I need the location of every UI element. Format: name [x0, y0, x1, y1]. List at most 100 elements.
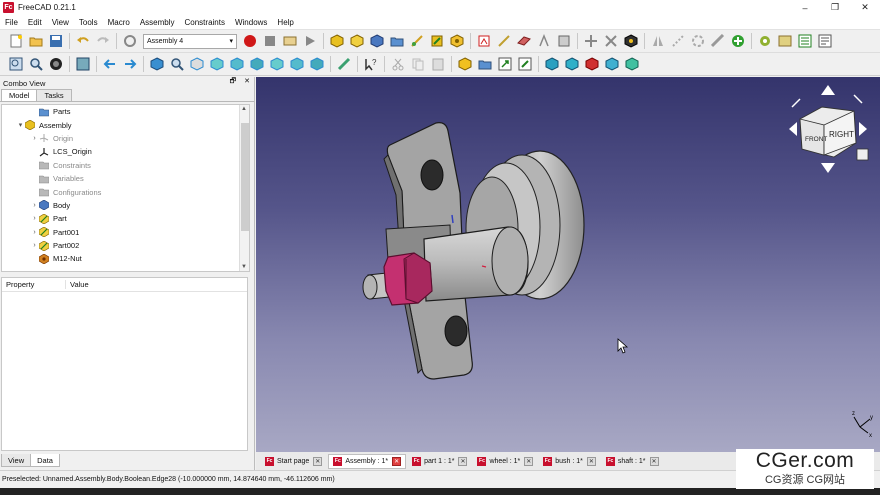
- expand-toggle-icon[interactable]: ›: [30, 202, 39, 209]
- tree-item-lcs-origin[interactable]: LCS_Origin: [2, 145, 249, 158]
- make-link-icon[interactable]: [497, 56, 513, 72]
- document-tab[interactable]: Fc shaft : 1* ✕: [602, 454, 663, 469]
- insert-link-icon[interactable]: [429, 33, 445, 49]
- expand-toggle-icon[interactable]: ›: [30, 215, 39, 222]
- save-icon[interactable]: [48, 33, 64, 49]
- zoom-icon[interactable]: [169, 56, 185, 72]
- top-view-icon[interactable]: [229, 56, 245, 72]
- tree-item-constraints[interactable]: Constraints: [2, 159, 249, 172]
- menu-macro[interactable]: Macro: [103, 18, 135, 27]
- front-view-icon[interactable]: [209, 56, 225, 72]
- tree-item-part001[interactable]: › Part001: [2, 226, 249, 239]
- expand-toggle-icon[interactable]: ›: [30, 229, 39, 236]
- tree-item-parts[interactable]: Parts: [2, 105, 249, 118]
- edit-macro-icon[interactable]: [282, 33, 298, 49]
- menu-view[interactable]: View: [47, 18, 74, 27]
- new-group-icon[interactable]: [389, 33, 405, 49]
- paste-icon[interactable]: [430, 56, 446, 72]
- circular-array-icon[interactable]: [690, 33, 706, 49]
- close-tab-icon[interactable]: ✕: [524, 456, 534, 466]
- new-plane-icon[interactable]: [516, 33, 532, 49]
- scroll-thumb[interactable]: [241, 123, 249, 231]
- move-part-icon[interactable]: [583, 33, 599, 49]
- menu-tools[interactable]: Tools: [74, 18, 103, 27]
- new-point-icon[interactable]: [536, 33, 552, 49]
- expand-toggle-icon[interactable]: ›: [30, 135, 39, 142]
- tree-item-assembly[interactable]: ▾ Assembly: [2, 118, 249, 131]
- menu-file[interactable]: File: [0, 18, 23, 27]
- explode-icon[interactable]: [623, 33, 639, 49]
- menu-help[interactable]: Help: [272, 18, 298, 27]
- float-panel-icon[interactable]: 🗗: [230, 78, 237, 85]
- 3d-viewport[interactable]: FRONT RIGHT z y x: [256, 77, 880, 452]
- minimize-button[interactable]: –: [790, 0, 820, 15]
- bom-icon[interactable]: [797, 33, 813, 49]
- record-macro-icon[interactable]: [242, 33, 258, 49]
- bottom-view-icon[interactable]: [289, 56, 305, 72]
- stop-macro-icon[interactable]: [262, 33, 278, 49]
- scroll-up-icon[interactable]: ▲: [241, 106, 247, 112]
- document-tab[interactable]: Fc Start page ✕: [261, 454, 326, 469]
- link-actions-icon[interactable]: [517, 56, 533, 72]
- close-tab-icon[interactable]: ✕: [458, 456, 468, 466]
- mirror-icon[interactable]: [650, 33, 666, 49]
- whats-this-icon[interactable]: ?: [363, 56, 379, 72]
- right-view-icon[interactable]: [249, 56, 265, 72]
- document-tab[interactable]: Fc wheel : 1* ✕: [473, 454, 537, 469]
- close-panel-icon[interactable]: ✕: [244, 78, 250, 85]
- close-button[interactable]: ✕: [850, 0, 880, 15]
- tab-tasks[interactable]: Tasks: [36, 89, 72, 101]
- refresh-icon[interactable]: [122, 33, 138, 49]
- nav-left-arrow-icon[interactable]: [789, 122, 797, 136]
- left-view-icon[interactable]: [309, 56, 325, 72]
- tree-scrollbar[interactable]: ▲ ▼: [239, 105, 249, 271]
- document-tab[interactable]: Fc part 1 : 1* ✕: [408, 454, 471, 469]
- green-cube-icon[interactable]: [624, 56, 640, 72]
- value-column-header[interactable]: Value: [66, 280, 89, 289]
- tree-item-variables[interactable]: Variables: [2, 172, 249, 185]
- cube-blue-icon[interactable]: [604, 56, 620, 72]
- new-model-icon[interactable]: [329, 33, 345, 49]
- isometric-view-icon[interactable]: [189, 56, 205, 72]
- new-document-icon[interactable]: [8, 33, 24, 49]
- scroll-down-icon[interactable]: ▼: [241, 264, 247, 270]
- menu-assembly[interactable]: Assembly: [135, 18, 180, 27]
- nav-right-arrow-icon[interactable]: [859, 122, 867, 136]
- document-tab[interactable]: Fc bush : 1* ✕: [539, 454, 600, 469]
- run-macro-icon[interactable]: [302, 33, 318, 49]
- new-part-icon[interactable]: [349, 33, 365, 49]
- menu-windows[interactable]: Windows: [230, 18, 272, 27]
- menu-constraints[interactable]: Constraints: [180, 18, 230, 27]
- menu-edit[interactable]: Edit: [23, 18, 47, 27]
- red-cube-icon[interactable]: [584, 56, 600, 72]
- new-body-icon[interactable]: [369, 33, 385, 49]
- close-tab-icon[interactable]: ✕: [392, 456, 402, 466]
- measure-icon[interactable]: [710, 33, 726, 49]
- make-part-icon[interactable]: [457, 56, 473, 72]
- back-arrow-icon[interactable]: [102, 56, 118, 72]
- cut-icon[interactable]: [390, 56, 406, 72]
- nav-up-arrow-icon[interactable]: [821, 85, 835, 95]
- open-folder-icon[interactable]: [28, 33, 44, 49]
- tree-item-m12-nut[interactable]: M12-Nut: [2, 252, 249, 265]
- undo-icon[interactable]: [75, 33, 91, 49]
- tab-data[interactable]: Data: [30, 454, 60, 467]
- add-variable-icon[interactable]: [730, 33, 746, 49]
- tree-item-body[interactable]: › Body: [2, 199, 249, 212]
- close-tab-icon[interactable]: ✕: [313, 456, 323, 466]
- new-datum-icon[interactable]: [556, 33, 572, 49]
- rear-view-icon[interactable]: [269, 56, 285, 72]
- expand-toggle-icon[interactable]: ▾: [16, 121, 25, 129]
- standard-views-icon[interactable]: [149, 56, 165, 72]
- bounding-box-icon[interactable]: [75, 56, 91, 72]
- new-lcs-icon[interactable]: [476, 33, 492, 49]
- navigation-cube[interactable]: FRONT RIGHT: [789, 85, 869, 173]
- tree-item-part[interactable]: › Part: [2, 212, 249, 225]
- property-column-header[interactable]: Property: [2, 280, 66, 289]
- model-scene[interactable]: FRONT RIGHT z y x: [256, 77, 880, 452]
- array-icon[interactable]: [670, 33, 686, 49]
- m12-nut-part[interactable]: [383, 252, 433, 306]
- new-axis-icon[interactable]: [496, 33, 512, 49]
- cube-icon[interactable]: [564, 56, 580, 72]
- close-tab-icon[interactable]: ✕: [649, 456, 659, 466]
